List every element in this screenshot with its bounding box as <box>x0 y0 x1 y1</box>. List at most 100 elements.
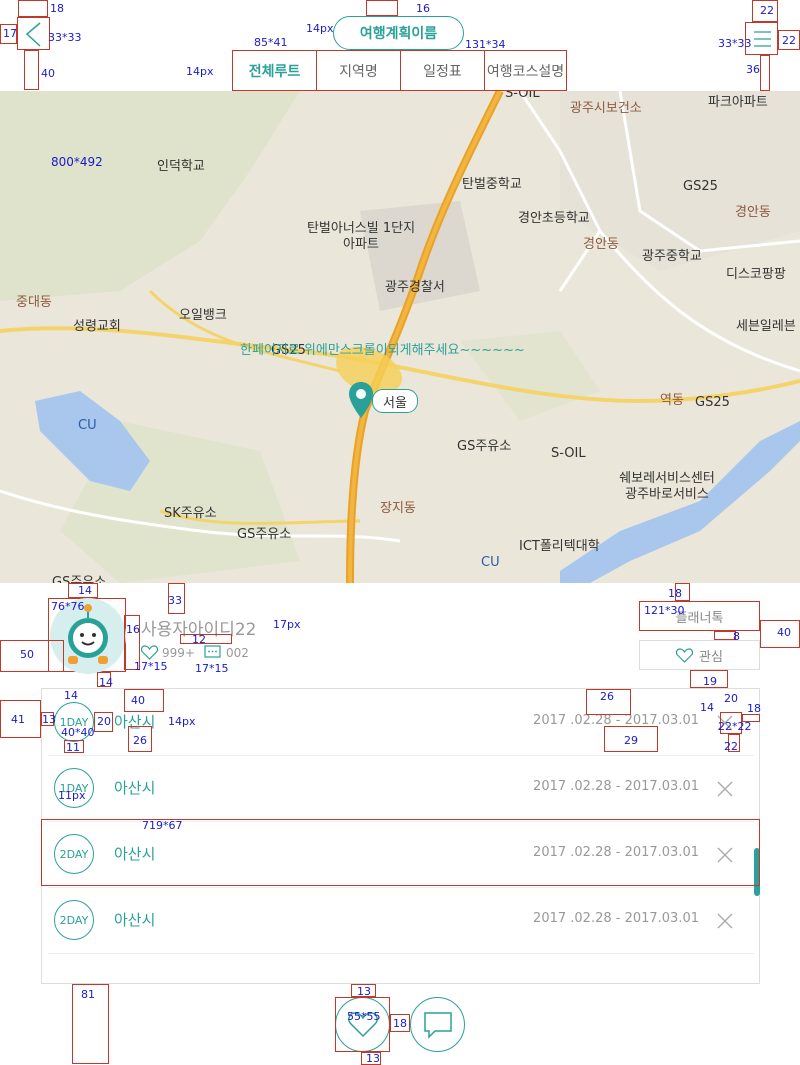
annotation: 20 <box>97 715 111 728</box>
annotation: 13 <box>357 985 371 998</box>
tab-course-description[interactable]: 여행코스설명 <box>484 50 567 91</box>
map-label: ICT폴리텍대학 <box>519 539 600 554</box>
map-label: 오일뱅크 <box>179 308 227 323</box>
likes-count: 999+ <box>162 646 195 660</box>
annotation: 14 <box>99 676 113 689</box>
guide-box <box>18 0 48 17</box>
annotation: 17*15 <box>195 662 229 675</box>
tab-region[interactable]: 지역명 <box>316 50 401 91</box>
annotation: 8 <box>733 630 740 643</box>
annotation: 40 <box>777 626 791 639</box>
heart-icon <box>141 645 158 660</box>
map-label: GS주유소 <box>457 439 512 454</box>
map-label: CU <box>78 418 97 433</box>
map-label: 파크아파트 <box>708 95 768 110</box>
annotation: 20 <box>724 692 738 705</box>
annotation: 13 <box>42 713 56 726</box>
guide-box <box>24 50 39 90</box>
annotation: 18 <box>747 702 761 715</box>
location-pin-icon[interactable] <box>349 382 373 420</box>
annotation: 50 <box>20 648 34 661</box>
annotation: 12 <box>192 633 206 646</box>
messages-count: 002 <box>226 646 249 660</box>
marker-label: 서울 <box>372 389 418 413</box>
annotation: 40 <box>131 694 145 707</box>
annotation: 81 <box>81 988 95 1001</box>
map-label: 탄벌아너스빌 1단지아파트 <box>306 221 416 252</box>
map-label: 중대동 <box>16 295 52 310</box>
map-label: 세븐일레븐 <box>736 319 796 334</box>
heart-outline-icon <box>676 647 694 663</box>
annotation: 18 <box>50 2 64 15</box>
annotation: 18 <box>393 1017 407 1030</box>
annotation: 29 <box>624 734 638 747</box>
guide-box <box>180 634 232 644</box>
annotation: 36 <box>746 63 760 76</box>
annotation: 22 <box>724 740 738 753</box>
annotation: 33*33 <box>718 37 752 50</box>
day-badge: 2DAY <box>54 900 94 940</box>
annotation: 14px <box>306 22 334 35</box>
tab-full-route[interactable]: 전체루트 <box>232 50 317 91</box>
guide-box <box>760 55 770 91</box>
map-label: GS주유소 <box>237 527 292 542</box>
trip-title[interactable]: 여행계획이름 <box>333 16 464 50</box>
annotation: 14px <box>168 715 196 728</box>
tab-schedule[interactable]: 일정표 <box>400 50 485 91</box>
annotation: 22 <box>760 4 774 17</box>
map-label: 광주시보건소 <box>570 101 642 116</box>
message-icon <box>204 645 221 658</box>
map-label: 경안동 <box>583 237 619 252</box>
guide-box <box>366 0 398 16</box>
place-name: 아산시 <box>114 779 156 797</box>
annotation: 11 <box>66 741 80 754</box>
chat-button[interactable] <box>410 997 465 1052</box>
annotation: 131*34 <box>465 38 506 51</box>
list-item[interactable]: 2DAY 아산시 2017 .02.28 - 2017.03.01 <box>48 887 754 954</box>
map-label: 디스코팡팡 <box>726 267 786 282</box>
annotation: 33*33 <box>48 31 82 44</box>
like-button-label: 관심 <box>699 649 723 665</box>
annotation: 14px <box>186 65 214 78</box>
annotation: 41 <box>11 713 25 726</box>
list-item[interactable]: 1DAY 아산시 2017 .02.28 - 2017.03.01 <box>48 755 754 822</box>
map-view[interactable]: S-OIL 광주시보건소 파크아파트 인덕학교 탄벌중학교 GS25 경안동 경… <box>0 91 800 583</box>
annotation: 40*40 <box>61 726 95 739</box>
map-label: GS25 <box>683 179 718 194</box>
like-button[interactable]: 관심 <box>639 640 760 670</box>
annotation: 17px <box>273 618 301 631</box>
annotation: 17 <box>3 27 17 40</box>
map-label: S-OIL <box>505 91 540 101</box>
map-label: 장지동 <box>380 501 416 516</box>
annotation: 40 <box>41 67 55 80</box>
annotation: 800*492 <box>51 155 103 169</box>
annotation: 22 <box>782 34 796 47</box>
map-label: 광주중학교 <box>642 249 702 264</box>
map-label: 광주경찰서 <box>385 280 445 295</box>
annotation: 18 <box>668 587 682 600</box>
date-range: 2017 .02.28 - 2017.03.01 <box>533 779 699 794</box>
back-button[interactable] <box>17 17 50 50</box>
annotation: 26 <box>600 690 614 703</box>
map-label: 역동 <box>660 393 684 408</box>
close-icon[interactable] <box>714 778 736 800</box>
annotation: 33 <box>168 594 182 607</box>
annotation: 76*76 <box>51 600 85 613</box>
annotation: 121*30 <box>644 604 685 617</box>
guide-box <box>335 997 390 1052</box>
map-label: 경안초등학교 <box>518 211 590 226</box>
annotation: 22*22 <box>718 720 752 733</box>
annotation: 11px <box>58 789 86 802</box>
place-name: 아산시 <box>114 911 156 929</box>
map-label: GS25 <box>695 395 730 410</box>
map-label: 성령교회 <box>73 319 121 334</box>
map-label: 탄벌중학교 <box>462 177 522 192</box>
annotation: 719*67 <box>142 819 183 832</box>
map-overlay-note: 한페이지로 위에만스크롤이되게해주세요~~~~~~ <box>240 343 525 358</box>
annotation: 14 <box>78 584 92 597</box>
annotation: 26 <box>133 734 147 747</box>
chevron-left-icon <box>25 22 41 47</box>
close-icon[interactable] <box>714 910 736 932</box>
annotation: 55*55 <box>347 1010 381 1023</box>
annotation: 17*15 <box>134 660 168 673</box>
